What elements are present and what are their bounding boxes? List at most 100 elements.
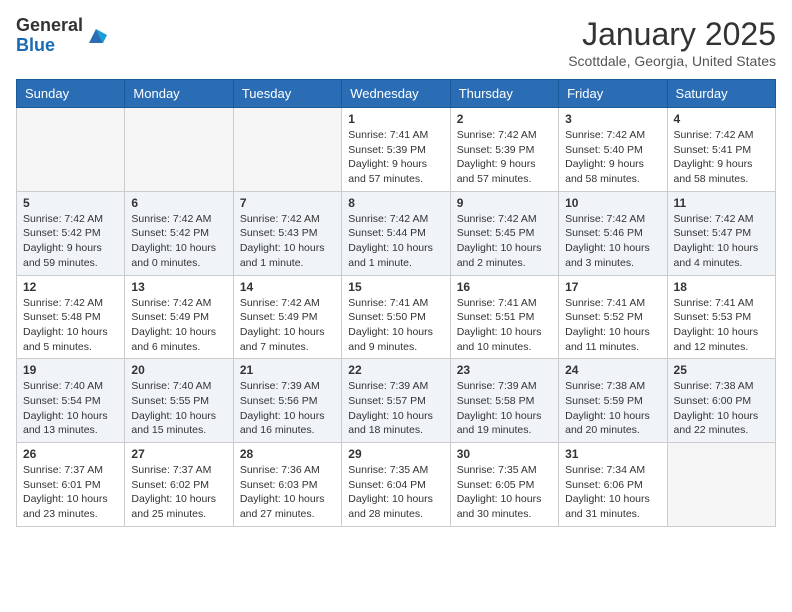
weekday-header-wednesday: Wednesday [342, 80, 450, 108]
day-info-line: Sunrise: 7:42 AM [565, 212, 660, 227]
day-info: Sunrise: 7:36 AMSunset: 6:03 PMDaylight:… [240, 463, 335, 522]
calendar-cell: 25 Sunrise: 7:38 AMSunset: 6:00 PMDayligh… [667, 359, 775, 443]
day-info-line: Sunrise: 7:40 AM [23, 379, 118, 394]
day-info-line: Sunrise: 7:41 AM [674, 296, 769, 311]
day-info: Sunrise: 7:42 AMSunset: 5:44 PMDaylight:… [348, 212, 443, 271]
month-title: January 2025 [568, 16, 776, 53]
day-info-line: Sunrise: 7:42 AM [348, 212, 443, 227]
calendar-week-row: 12Sunrise: 7:42 AMSunset: 5:48 PMDayligh… [17, 275, 776, 359]
day-number: 7 [240, 196, 335, 210]
day-info-line: Sunrise: 7:35 AM [457, 463, 552, 478]
day-number: 25 [674, 363, 769, 377]
day-info: Sunrise: 7:42 AMSunset: 5:46 PMDaylight:… [565, 212, 660, 271]
day-info-line: Sunset: 5:57 PM [348, 394, 443, 409]
weekday-header-row: SundayMondayTuesdayWednesdayThursdayFrid… [17, 80, 776, 108]
day-info-line: Sunrise: 7:41 AM [457, 296, 552, 311]
day-info-line: Sunset: 5:39 PM [457, 143, 552, 158]
day-info-line: Daylight: 10 hours and 0 minutes. [131, 241, 226, 270]
day-info-line: Sunrise: 7:42 AM [240, 296, 335, 311]
calendar-cell: 9 Sunrise: 7:42 AMSunset: 5:45 PMDaylight… [450, 191, 558, 275]
day-info: Sunrise: 7:39 AMSunset: 5:58 PMDaylight:… [457, 379, 552, 438]
day-info-line: Sunrise: 7:37 AM [23, 463, 118, 478]
day-number: 23 [457, 363, 552, 377]
day-info-line: Daylight: 10 hours and 31 minutes. [565, 492, 660, 521]
calendar-cell: 4Sunrise: 7:42 AMSunset: 5:41 PMDaylight… [667, 108, 775, 192]
day-info-line: Daylight: 9 hours and 57 minutes. [348, 157, 443, 186]
day-number: 9 [457, 196, 552, 210]
calendar-week-row: 1Sunrise: 7:41 AMSunset: 5:39 PMDaylight… [17, 108, 776, 192]
day-number: 30 [457, 447, 552, 461]
day-info-line: Sunrise: 7:42 AM [131, 212, 226, 227]
day-info-line: Sunrise: 7:40 AM [131, 379, 226, 394]
day-number: 29 [348, 447, 443, 461]
day-info: Sunrise: 7:38 AMSunset: 6:00 PMDaylight:… [674, 379, 769, 438]
weekday-header-sunday: Sunday [17, 80, 125, 108]
day-number: 8 [348, 196, 443, 210]
day-info-line: Daylight: 10 hours and 6 minutes. [131, 325, 226, 354]
day-info: Sunrise: 7:42 AMSunset: 5:39 PMDaylight:… [457, 128, 552, 187]
calendar-cell: 2Sunrise: 7:42 AMSunset: 5:39 PMDaylight… [450, 108, 558, 192]
day-info-line: Sunset: 5:54 PM [23, 394, 118, 409]
day-info-line: Sunrise: 7:35 AM [348, 463, 443, 478]
day-info-line: Sunrise: 7:42 AM [131, 296, 226, 311]
day-info-line: Sunrise: 7:42 AM [457, 128, 552, 143]
day-info: Sunrise: 7:41 AMSunset: 5:39 PMDaylight:… [348, 128, 443, 187]
day-info: Sunrise: 7:42 AMSunset: 5:49 PMDaylight:… [131, 296, 226, 355]
day-info: Sunrise: 7:41 AMSunset: 5:53 PMDaylight:… [674, 296, 769, 355]
day-info-line: Sunrise: 7:42 AM [674, 128, 769, 143]
day-info-line: Sunset: 5:45 PM [457, 226, 552, 241]
calendar-cell: 15Sunrise: 7:41 AMSunset: 5:50 PMDayligh… [342, 275, 450, 359]
day-info-line: Daylight: 10 hours and 4 minutes. [674, 241, 769, 270]
day-info-line: Sunset: 5:50 PM [348, 310, 443, 325]
day-info-line: Sunset: 5:44 PM [348, 226, 443, 241]
day-info-line: Daylight: 9 hours and 59 minutes. [23, 241, 118, 270]
day-info-line: Daylight: 10 hours and 22 minutes. [674, 409, 769, 438]
calendar-cell: 26Sunrise: 7:37 AMSunset: 6:01 PMDayligh… [17, 443, 125, 527]
weekday-header-thursday: Thursday [450, 80, 558, 108]
day-info: Sunrise: 7:38 AMSunset: 5:59 PMDaylight:… [565, 379, 660, 438]
calendar-week-row: 19Sunrise: 7:40 AMSunset: 5:54 PMDayligh… [17, 359, 776, 443]
calendar-cell: 22Sunrise: 7:39 AMSunset: 5:57 PMDayligh… [342, 359, 450, 443]
logo-blue: Blue [16, 36, 83, 56]
calendar-cell: 24Sunrise: 7:38 AMSunset: 5:59 PMDayligh… [559, 359, 667, 443]
day-info: Sunrise: 7:42 AMSunset: 5:43 PMDaylight:… [240, 212, 335, 271]
day-info-line: Sunrise: 7:41 AM [348, 128, 443, 143]
calendar-cell: 11Sunrise: 7:42 AMSunset: 5:47 PMDayligh… [667, 191, 775, 275]
day-info-line: Daylight: 10 hours and 18 minutes. [348, 409, 443, 438]
day-number: 6 [131, 196, 226, 210]
day-info-line: Daylight: 10 hours and 25 minutes. [131, 492, 226, 521]
day-info: Sunrise: 7:40 AMSunset: 5:55 PMDaylight:… [131, 379, 226, 438]
day-info-line: Sunrise: 7:38 AM [565, 379, 660, 394]
day-number: 11 [674, 196, 769, 210]
location: Scottdale, Georgia, United States [568, 53, 776, 69]
weekday-header-tuesday: Tuesday [233, 80, 341, 108]
calendar-cell: 5Sunrise: 7:42 AMSunset: 5:42 PMDaylight… [17, 191, 125, 275]
weekday-header-saturday: Saturday [667, 80, 775, 108]
day-info: Sunrise: 7:41 AMSunset: 5:52 PMDaylight:… [565, 296, 660, 355]
calendar-cell [17, 108, 125, 192]
day-info-line: Sunrise: 7:38 AM [674, 379, 769, 394]
day-number: 15 [348, 280, 443, 294]
day-info-line: Daylight: 10 hours and 13 minutes. [23, 409, 118, 438]
calendar-cell: 23 Sunrise: 7:39 AMSunset: 5:58 PMDayligh… [450, 359, 558, 443]
calendar-cell: 3Sunrise: 7:42 AMSunset: 5:40 PMDaylight… [559, 108, 667, 192]
day-info-line: Sunset: 5:56 PM [240, 394, 335, 409]
day-number: 18 [674, 280, 769, 294]
day-info: Sunrise: 7:42 AMSunset: 5:45 PMDaylight:… [457, 212, 552, 271]
calendar-cell: 18 Sunrise: 7:41 AMSunset: 5:53 PMDayligh… [667, 275, 775, 359]
calendar-cell: 10Sunrise: 7:42 AMSunset: 5:46 PMDayligh… [559, 191, 667, 275]
day-info-line: Sunset: 6:00 PM [674, 394, 769, 409]
calendar-cell: 31Sunrise: 7:34 AMSunset: 6:06 PMDayligh… [559, 443, 667, 527]
day-info-line: Sunset: 5:39 PM [348, 143, 443, 158]
day-info-line: Sunset: 5:43 PM [240, 226, 335, 241]
day-number: 27 [131, 447, 226, 461]
day-number: 14 [240, 280, 335, 294]
day-info: Sunrise: 7:42 AMSunset: 5:41 PMDaylight:… [674, 128, 769, 187]
day-info-line: Daylight: 10 hours and 5 minutes. [23, 325, 118, 354]
day-number: 21 [240, 363, 335, 377]
day-info-line: Sunset: 6:01 PM [23, 478, 118, 493]
day-number: 17 [565, 280, 660, 294]
calendar-cell [125, 108, 233, 192]
day-info: Sunrise: 7:42 AMSunset: 5:48 PMDaylight:… [23, 296, 118, 355]
page-header: General Blue January 2025 Scottdale, Geo… [16, 16, 776, 69]
